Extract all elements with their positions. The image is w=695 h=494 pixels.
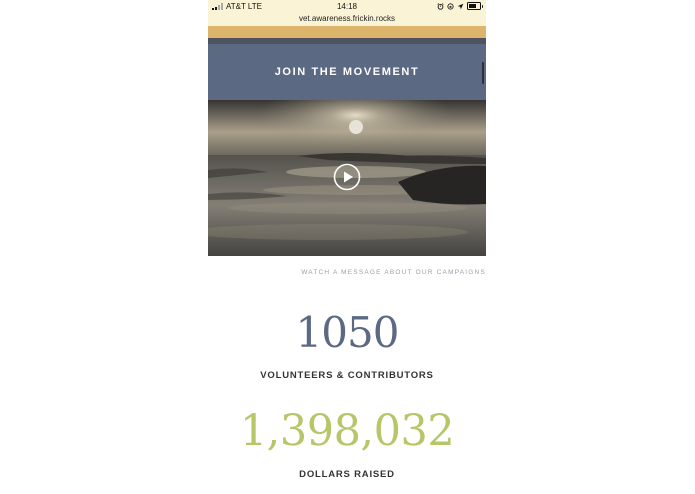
status-right xyxy=(437,2,483,10)
battery-icon xyxy=(467,2,483,10)
status-bar: AT&T LTE 14:18 vet.awareness.frickin.roc… xyxy=(208,0,486,26)
scrollbar[interactable] xyxy=(482,62,484,84)
play-icon[interactable] xyxy=(333,163,361,191)
join-movement-button[interactable]: JOIN THE MOVEMENT xyxy=(208,44,486,100)
dollars-raised-label: DOLLARS RAISED xyxy=(299,469,395,480)
header-accent-strip xyxy=(208,26,486,38)
alarm-icon xyxy=(437,2,444,10)
mobile-viewport: AT&T LTE 14:18 vet.awareness.frickin.roc… xyxy=(208,0,486,494)
video-caption[interactable]: WATCH A MESSAGE ABOUT OUR CAMPAIGNS xyxy=(301,269,486,276)
volunteers-label: VOLUNTEERS & CONTRIBUTORS xyxy=(260,370,434,381)
join-movement-label: JOIN THE MOVEMENT xyxy=(274,66,420,78)
volunteers-count: 1050 xyxy=(295,308,400,357)
dollars-raised-count: 1,398,032 xyxy=(239,406,455,456)
address-bar-url[interactable]: vet.awareness.frickin.rocks xyxy=(208,14,486,23)
screen-lock-icon xyxy=(447,2,454,10)
location-icon xyxy=(457,3,464,9)
